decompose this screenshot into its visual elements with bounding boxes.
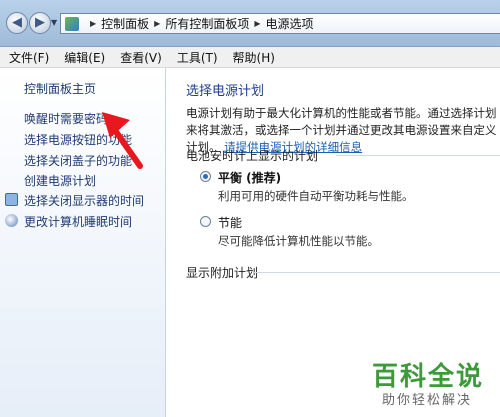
monitor-icon xyxy=(5,193,18,206)
back-arrow-icon: ◀ xyxy=(12,15,22,30)
forward-button[interactable]: ▶ xyxy=(29,12,51,34)
back-button[interactable]: ◀ xyxy=(6,12,28,34)
battery-section-heading: 电池安时计上显示的计划 xyxy=(186,149,319,163)
forward-arrow-icon: ▶ xyxy=(35,15,45,30)
chevron-right-icon[interactable]: ▶ xyxy=(254,19,260,28)
menu-edit[interactable]: 编辑(E) xyxy=(59,49,110,66)
watermark: 百科全说 助你轻松解决 xyxy=(372,356,496,412)
recent-pages-dropdown[interactable]: ▼ xyxy=(51,18,57,27)
sidebar-item-create-plan[interactable]: 创建电源计划 xyxy=(24,172,96,189)
sidebar-item-wake-password[interactable]: 唤醒时需要密码 xyxy=(24,110,108,127)
plan-balanced-desc: 利用可用的硬件自动平衡功耗与性能。 xyxy=(218,189,414,203)
control-panel-icon xyxy=(65,16,79,31)
page-title: 选择电源计划 xyxy=(186,84,265,99)
menu-tools[interactable]: 工具(T) xyxy=(172,49,223,66)
section-divider xyxy=(254,272,500,273)
breadcrumb-power-options[interactable]: 电源选项 xyxy=(266,15,314,32)
additional-plans-toggle[interactable]: 显示附加计划 xyxy=(186,264,258,281)
chevron-right-icon[interactable]: ▶ xyxy=(154,19,160,28)
menu-help[interactable]: 帮助(H) xyxy=(228,49,280,66)
section-divider xyxy=(336,155,500,156)
address-bar[interactable]: ▶ 控制面板 ▶ 所有控制面板项 ▶ 电源选项 xyxy=(60,13,500,34)
moon-icon xyxy=(5,214,18,227)
plan-power-saver-name[interactable]: 节能 xyxy=(218,214,242,231)
plan-power-saver-radio[interactable] xyxy=(200,216,211,227)
chevron-right-icon[interactable]: ▶ xyxy=(90,19,96,28)
watermark-slogan: 助你轻松解决 xyxy=(382,393,473,408)
plan-balanced-radio[interactable] xyxy=(200,171,211,182)
window-titlebar: ◀ ▶ ▼ ▶ 控制面板 ▶ 所有控制面板项 ▶ 电源选项 xyxy=(0,0,500,47)
plan-power-saver-desc: 尽可能降低计算机性能以节能。 xyxy=(218,234,379,248)
breadcrumb-control-panel[interactable]: 控制面板 xyxy=(101,15,149,32)
menu-bar: 文件(F) 编辑(E) 查看(V) 工具(T) 帮助(H) xyxy=(0,47,500,68)
menu-view[interactable]: 查看(V) xyxy=(115,49,167,66)
sidebar-item-display-off[interactable]: 选择关闭显示器的时间 xyxy=(24,192,144,209)
breadcrumb-all-items[interactable]: 所有控制面板项 xyxy=(165,15,249,32)
watermark-logo: 百科全说 xyxy=(372,362,485,392)
menu-file[interactable]: 文件(F) xyxy=(4,49,54,66)
sidebar-item-sleep-time[interactable]: 更改计算机睡眠时间 xyxy=(24,213,132,230)
red-arrow-annotation xyxy=(102,112,143,169)
plan-balanced-name[interactable]: 平衡 (推荐) xyxy=(218,169,281,186)
sidebar-item-home[interactable]: 控制面板主页 xyxy=(24,80,96,97)
